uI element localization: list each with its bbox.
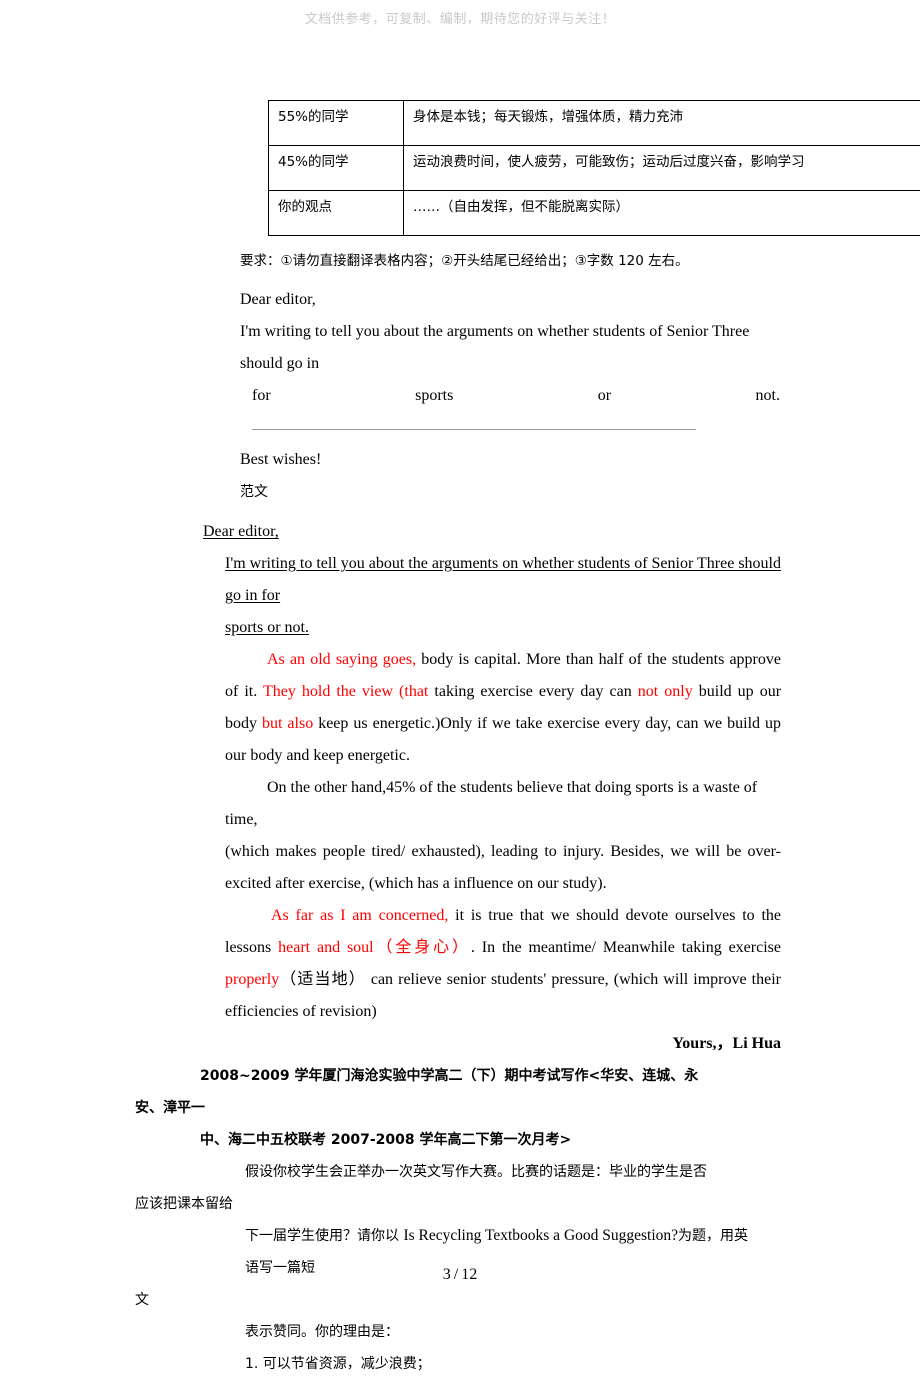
page-footer: 3/12 (0, 1266, 920, 1284)
prompt-word-for: for (252, 380, 271, 412)
next-section-heading-line-2: 安、漳平一 (135, 1092, 920, 1124)
body-line3-prefix: 下一届学生使用？请你以 (245, 1228, 403, 1244)
para3-seg-3: heart and soul（全身心） (278, 939, 471, 956)
table-cell-label: 45%的同学 (269, 146, 404, 191)
model-opening-line2: sports or not. (225, 612, 781, 644)
prompt-opening-line: I'm writing to tell you about the argume… (240, 316, 780, 380)
requirements-line: 要求：①请勿直接翻译表格内容；②开头结尾已经给出；③字数 120 左右。 (240, 246, 920, 276)
table-row: 你的观点 ……（自由发挥，但不能脱离实际） (269, 191, 920, 236)
model-opening-text-2: sports or not. (225, 619, 309, 636)
prompt-closing: Best wishes! (240, 444, 920, 476)
para2-line1-text: On the other hand,45% of the students be… (225, 779, 757, 828)
model-paragraph-2-rest: (which makes people tired/ exhausted), l… (225, 836, 781, 900)
prompt-salutation: Dear editor, (240, 284, 920, 316)
table-cell-content: 身体是本钱；每天锻炼，增强体质，精力充沛 (404, 101, 920, 146)
next-section-reason-1: 1. 可以节省资源，减少浪费； (245, 1348, 920, 1380)
document-page: 文档供参考，可复制、编制，期待您的好评与关注！ 55%的同学 身体是本钱；每天锻… (0, 0, 920, 1302)
document-content: 55%的同学 身体是本钱；每天锻炼，增强体质，精力充沛 45%的同学 运动浪费时… (0, 100, 920, 1380)
next-section-heading-line-3: 中、海二中五校联考 2007-2008 学年高二下第一次月考> (200, 1124, 920, 1156)
model-opening-text-1: I'm writing to tell you about the argume… (225, 555, 781, 604)
model-opening-line1: I'm writing to tell you about the argume… (225, 548, 781, 612)
opinion-table-wrapper: 55%的同学 身体是本钱；每天锻炼，增强体质，精力充沛 45%的同学 运动浪费时… (268, 100, 910, 236)
table-cell-content: 运动浪费时间，使人疲劳，可能致伤；运动后过度兴奋，影响学习 (404, 146, 920, 191)
para3-seg-6: （适当地） can relieve senior students' press… (225, 971, 781, 1020)
footer-current-page: 3 (443, 1266, 451, 1283)
para2-rest-text: (which makes people tired/ exhausted), l… (225, 843, 781, 892)
footer-separator: / (451, 1266, 461, 1283)
table-row: 55%的同学 身体是本钱；每天锻炼，增强体质，精力充沛 (269, 101, 920, 146)
para3-seg-4: . In the meantime/ Meanwhile taking exer… (471, 939, 781, 956)
next-section-heading-line-1: 2008~2009 学年厦门海沧实验中学高二（下）期中考试写作<华安、连城、永 (200, 1060, 920, 1092)
next-section-body-line-1: 假设你校学生会正举办一次英文写作大赛。比赛的话题是：毕业的学生是否 (245, 1156, 920, 1188)
prompt-word-or: or (598, 380, 611, 412)
model-salutation-text: Dear editor, (203, 523, 279, 540)
para1-seg-5: not only (638, 683, 693, 700)
model-essay-label: 范文 (240, 476, 920, 508)
body-line3-title: Is Recycling Textbooks a Good Suggestion… (403, 1227, 678, 1244)
model-paragraph-2-line1: On the other hand,45% of the students be… (225, 772, 781, 836)
prompt-word-not: not. (756, 380, 780, 412)
para1-seg-4: taking exercise every day can (428, 683, 637, 700)
para3-seg-1: As far as I am concerned, (271, 907, 448, 924)
para1-seg-7: but also (262, 715, 313, 732)
para1-seg-3: They hold the view (that (263, 683, 428, 700)
table-cell-label: 55%的同学 (269, 101, 404, 146)
table-row: 45%的同学 运动浪费时间，使人疲劳，可能致伤；运动后过度兴奋，影响学习 (269, 146, 920, 191)
prompt-word-sports: sports (415, 380, 453, 412)
next-section-body-line-2: 应该把课本留给 (135, 1188, 920, 1220)
table-cell-content: ……（自由发挥，但不能脱离实际） (404, 191, 920, 236)
footer-total-pages: 12 (461, 1266, 477, 1283)
model-paragraph-3: As far as I am concerned, it is true tha… (225, 900, 781, 1028)
model-paragraph-1: As an old saying goes, body is capital. … (225, 644, 781, 772)
model-signature: Yours,，Li Hua (225, 1028, 789, 1060)
para3-seg-5: properly (225, 971, 279, 988)
next-section-body-line-5: 表示赞同。你的理由是： (245, 1316, 920, 1348)
blank-fill-rule (252, 428, 696, 430)
para1-seg-1: As an old saying goes, (267, 651, 416, 668)
page-watermark-header: 文档供参考，可复制、编制，期待您的好评与关注！ (0, 8, 920, 27)
prompt-justified-line: for sports or not. (252, 380, 780, 412)
opinion-table: 55%的同学 身体是本钱；每天锻炼，增强体质，精力充沛 45%的同学 运动浪费时… (268, 100, 920, 236)
table-cell-label: 你的观点 (269, 191, 404, 236)
model-salutation: Dear editor, (203, 516, 920, 548)
next-section-body-line-4: 文 (135, 1284, 920, 1316)
